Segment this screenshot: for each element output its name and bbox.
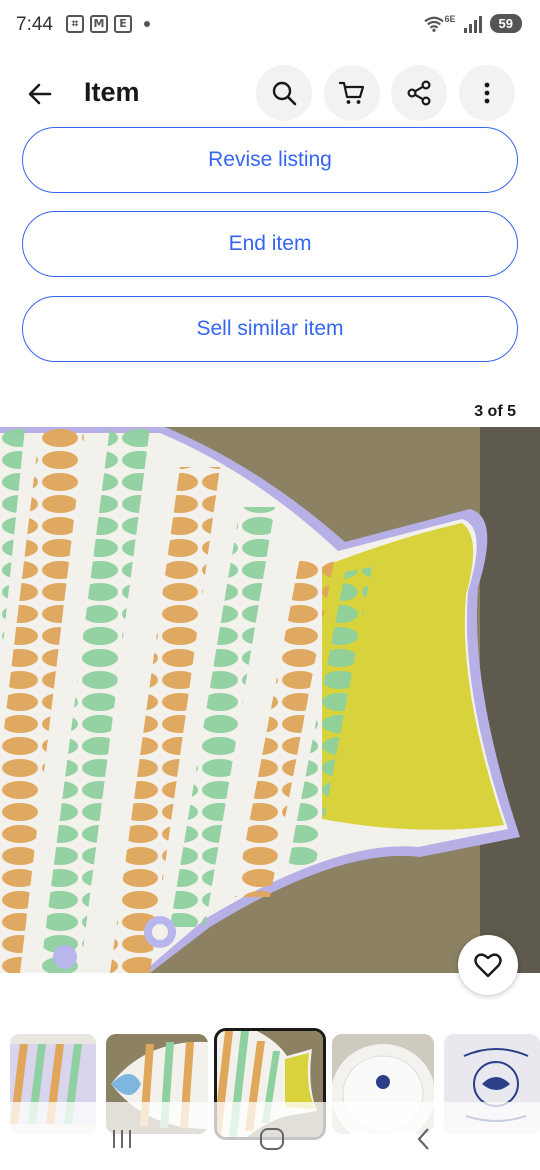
signal-icon bbox=[463, 15, 482, 33]
more-options-button[interactable] bbox=[459, 65, 515, 121]
gmail-icon: M bbox=[90, 15, 108, 33]
app-bar: Item bbox=[0, 60, 540, 126]
notification-icons: ⌗ M E bbox=[66, 15, 150, 33]
fish-plate-image bbox=[0, 427, 540, 973]
home-icon bbox=[260, 1128, 284, 1150]
home-button[interactable] bbox=[252, 1124, 292, 1154]
sell-similar-item-button[interactable]: Sell similar item bbox=[22, 296, 518, 362]
status-bar: 7:44 ⌗ M E 6E 59 bbox=[0, 0, 540, 52]
end-item-button[interactable]: End item bbox=[22, 211, 518, 277]
share-icon bbox=[407, 80, 431, 106]
revise-listing-button[interactable]: Revise listing bbox=[22, 127, 518, 193]
screenshot-icon: ⌗ bbox=[66, 15, 84, 33]
status-time: 7:44 bbox=[16, 14, 53, 35]
watchlist-button[interactable] bbox=[458, 935, 518, 995]
chevron-left-icon bbox=[417, 1128, 429, 1150]
share-button[interactable] bbox=[391, 65, 447, 121]
image-counter: 3 of 5 bbox=[464, 398, 526, 426]
cart-button[interactable] bbox=[324, 65, 380, 121]
recents-icon bbox=[113, 1130, 131, 1148]
system-icons: 6E 59 bbox=[423, 14, 522, 33]
page-title: Item bbox=[84, 77, 140, 107]
more-vertical-icon bbox=[484, 82, 490, 104]
notification-dot-icon bbox=[144, 21, 150, 27]
network-label: 6E bbox=[444, 13, 456, 24]
heart-icon bbox=[474, 953, 502, 978]
system-nav-bar bbox=[0, 1102, 540, 1170]
back-arrow-icon bbox=[28, 83, 52, 105]
ebay-icon: E bbox=[114, 15, 132, 33]
cart-icon bbox=[338, 81, 365, 104]
recents-button[interactable] bbox=[102, 1124, 142, 1154]
search-button[interactable] bbox=[256, 65, 312, 121]
item-photo[interactable] bbox=[0, 427, 540, 973]
back-nav-button[interactable] bbox=[404, 1124, 444, 1154]
battery-indicator: 59 bbox=[489, 14, 522, 33]
back-button[interactable] bbox=[18, 72, 62, 116]
wifi-icon bbox=[423, 16, 444, 32]
search-icon bbox=[272, 81, 297, 106]
